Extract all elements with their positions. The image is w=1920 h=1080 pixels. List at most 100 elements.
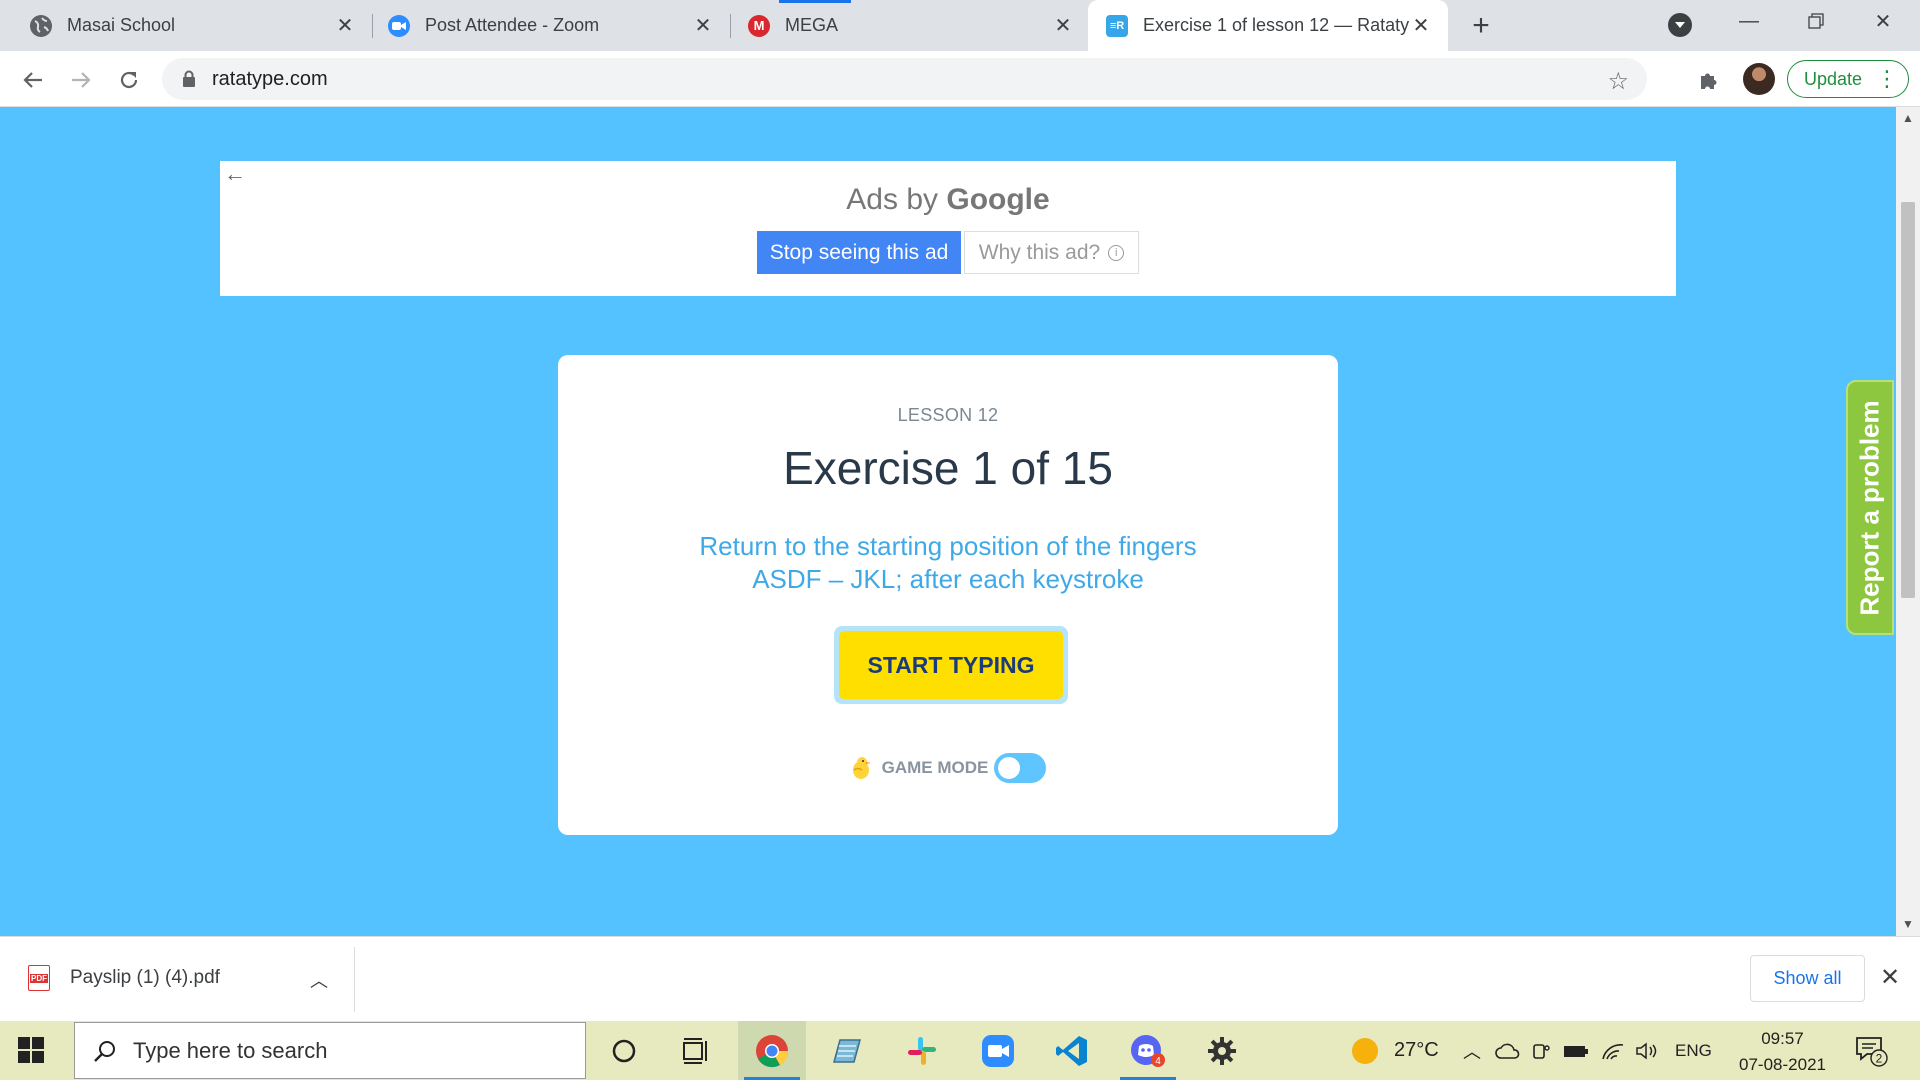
- stop-seeing-ad-button[interactable]: Stop seeing this ad: [757, 231, 961, 274]
- notification-count: 2: [1876, 1052, 1883, 1066]
- ad-feedback-panel: ← Ads by Google Stop seeing this ad Why …: [220, 161, 1676, 296]
- pdf-file-icon: PDF: [28, 965, 50, 991]
- start-typing-focus-ring: START TYPING: [834, 626, 1068, 704]
- info-icon: i: [1108, 244, 1125, 261]
- kebab-menu-icon[interactable]: ⋮: [1876, 66, 1898, 92]
- show-hidden-icons-chevron-icon[interactable]: ︿: [1463, 1038, 1481, 1064]
- tab-label: Exercise 1 of lesson 12 — Ratatype: [1143, 15, 1410, 35]
- forward-button[interactable]: [64, 63, 98, 97]
- close-download-bar-icon[interactable]: ✕: [1880, 963, 1900, 992]
- toggle-knob: [998, 757, 1021, 779]
- taskbar-search-input[interactable]: Type here to search: [74, 1022, 586, 1079]
- weather-widget[interactable]: 27°C: [1350, 1021, 1439, 1080]
- report-problem-label: Report a problem: [1854, 399, 1885, 616]
- slack-taskbar-icon[interactable]: [888, 1021, 956, 1080]
- globe-icon: [30, 14, 52, 37]
- reload-button[interactable]: [112, 63, 146, 97]
- page-scrollbar[interactable]: ▲ ▼: [1896, 107, 1920, 936]
- wifi-icon[interactable]: [1601, 1041, 1625, 1061]
- discord-taskbar-icon[interactable]: 4: [1114, 1021, 1182, 1080]
- windows-taskbar: Type here to search 4 27°C ︿ ENG 09:57 0…: [0, 1021, 1920, 1080]
- windows-start-icon[interactable]: [18, 1037, 44, 1068]
- start-typing-button[interactable]: START TYPING: [839, 631, 1063, 699]
- profile-avatar[interactable]: [1743, 63, 1775, 95]
- task-view-icon[interactable]: [662, 1021, 730, 1080]
- notepad-taskbar-icon[interactable]: [812, 1021, 880, 1080]
- browser-toolbar: ratatype.com ☆ Update ⋮: [0, 51, 1920, 107]
- game-mode-label: GAME MODE: [881, 758, 989, 777]
- language-indicator[interactable]: ENG: [1675, 1041, 1712, 1061]
- tab-strip: Masai School ✕ Post Attendee - Zoom ✕ M …: [0, 0, 1920, 51]
- divider: [354, 947, 355, 1012]
- download-bar: PDF Payslip (1) (4).pdf ︿ Show all ✕: [0, 936, 1920, 1021]
- description-line: ASDF – JKL; after each keystroke: [752, 564, 1144, 594]
- scroll-down-arrow-icon[interactable]: ▼: [1902, 917, 1914, 931]
- download-file-name: Payslip (1) (4).pdf: [70, 967, 220, 988]
- pdf-file-type: PDF: [30, 974, 48, 983]
- search-placeholder: Type here to search: [133, 1037, 328, 1063]
- new-tab-button[interactable]: +: [1466, 9, 1496, 42]
- tray-icons: ︿ ENG: [1463, 1021, 1712, 1080]
- update-button[interactable]: Update ⋮: [1787, 60, 1909, 98]
- back-button[interactable]: [16, 63, 50, 97]
- ratatype-page: ← Ads by Google Stop seeing this ad Why …: [0, 107, 1896, 936]
- download-item[interactable]: PDF Payslip (1) (4).pdf: [28, 965, 220, 991]
- onedrive-cloud-icon[interactable]: [1495, 1042, 1521, 1060]
- google-logo-text: Google: [946, 183, 1050, 216]
- clock-date: 07-08-2021: [1739, 1055, 1826, 1074]
- exercise-card: LESSON 12 Exercise 1 of 15 Return to the…: [558, 355, 1338, 835]
- show-all-button[interactable]: Show all: [1750, 955, 1865, 1002]
- notification-center-icon[interactable]: 2: [1855, 1035, 1889, 1072]
- discord-badge: 4: [1155, 1056, 1161, 1067]
- ratatype-icon: ≡R: [1106, 14, 1128, 37]
- search-icon: [94, 1040, 115, 1062]
- clock-time: 09:57: [1761, 1029, 1804, 1048]
- close-tab-icon[interactable]: ✕: [692, 15, 714, 37]
- zoom-taskbar-icon[interactable]: [964, 1021, 1032, 1080]
- weather-temperature: 27°C: [1394, 1039, 1439, 1061]
- lock-icon[interactable]: [182, 70, 196, 92]
- volume-icon[interactable]: [1635, 1041, 1659, 1061]
- extensions-puzzle-icon[interactable]: [1692, 63, 1726, 97]
- restore-icon[interactable]: [1783, 0, 1849, 42]
- system-clock[interactable]: 09:57 07-08-2021: [1735, 1026, 1830, 1078]
- game-mode-toggle[interactable]: [994, 753, 1047, 783]
- cortana-icon[interactable]: [590, 1021, 658, 1080]
- game-mode-row: GAME MODE: [558, 753, 1338, 783]
- minimize-icon[interactable]: —: [1716, 0, 1782, 42]
- chevron-up-icon[interactable]: ︿: [310, 967, 328, 993]
- tab-label: Masai School: [67, 15, 176, 35]
- battery-icon[interactable]: [1563, 1043, 1589, 1059]
- report-problem-button[interactable]: Report a problem: [1846, 380, 1894, 635]
- why-this-ad-button[interactable]: Why this ad? i: [964, 231, 1139, 274]
- tab-masai-school[interactable]: Masai School ✕: [0, 0, 372, 51]
- scroll-up-arrow-icon[interactable]: ▲: [1902, 111, 1914, 125]
- tab-post-attendee-zoom[interactable]: Post Attendee - Zoom ✕: [358, 0, 730, 51]
- tab-label: Post Attendee - Zoom: [425, 15, 600, 35]
- chrome-taskbar-icon[interactable]: [738, 1021, 806, 1080]
- url-text: ratatype.com: [212, 68, 328, 90]
- settings-gear-icon[interactable]: [1188, 1021, 1256, 1080]
- address-bar[interactable]: ratatype.com ☆: [162, 58, 1647, 100]
- vscode-taskbar-icon[interactable]: [1038, 1021, 1106, 1080]
- close-tab-icon[interactable]: ✕: [1410, 15, 1432, 37]
- lesson-label: LESSON 12: [897, 405, 999, 425]
- exercise-title: Exercise 1 of 15: [783, 442, 1113, 494]
- tab-mega[interactable]: M MEGA ✕: [718, 0, 1090, 51]
- sun-icon: [1352, 1037, 1378, 1064]
- duck-icon: [852, 757, 871, 779]
- ads-by-google-label: Ads by Google: [220, 183, 1676, 217]
- device-icon[interactable]: [1531, 1041, 1551, 1061]
- close-window-icon[interactable]: ✕: [1850, 0, 1916, 42]
- tab-label: MEGA: [785, 15, 839, 35]
- bookmark-star-icon[interactable]: ☆: [1607, 67, 1629, 96]
- update-label: Update: [1804, 68, 1863, 89]
- scrollbar-thumb[interactable]: [1901, 202, 1915, 598]
- zoom-icon: [388, 14, 410, 37]
- tab-ratatype-exercise[interactable]: ≡R Exercise 1 of lesson 12 — Ratatype ✕: [1088, 0, 1448, 51]
- exercise-description: Return to the starting position of the f…: [558, 530, 1338, 596]
- ads-by-text: Ads by: [846, 183, 939, 216]
- close-tab-icon[interactable]: ✕: [1052, 15, 1074, 37]
- tab-search-icon[interactable]: [1668, 13, 1692, 37]
- close-tab-icon[interactable]: ✕: [334, 15, 356, 37]
